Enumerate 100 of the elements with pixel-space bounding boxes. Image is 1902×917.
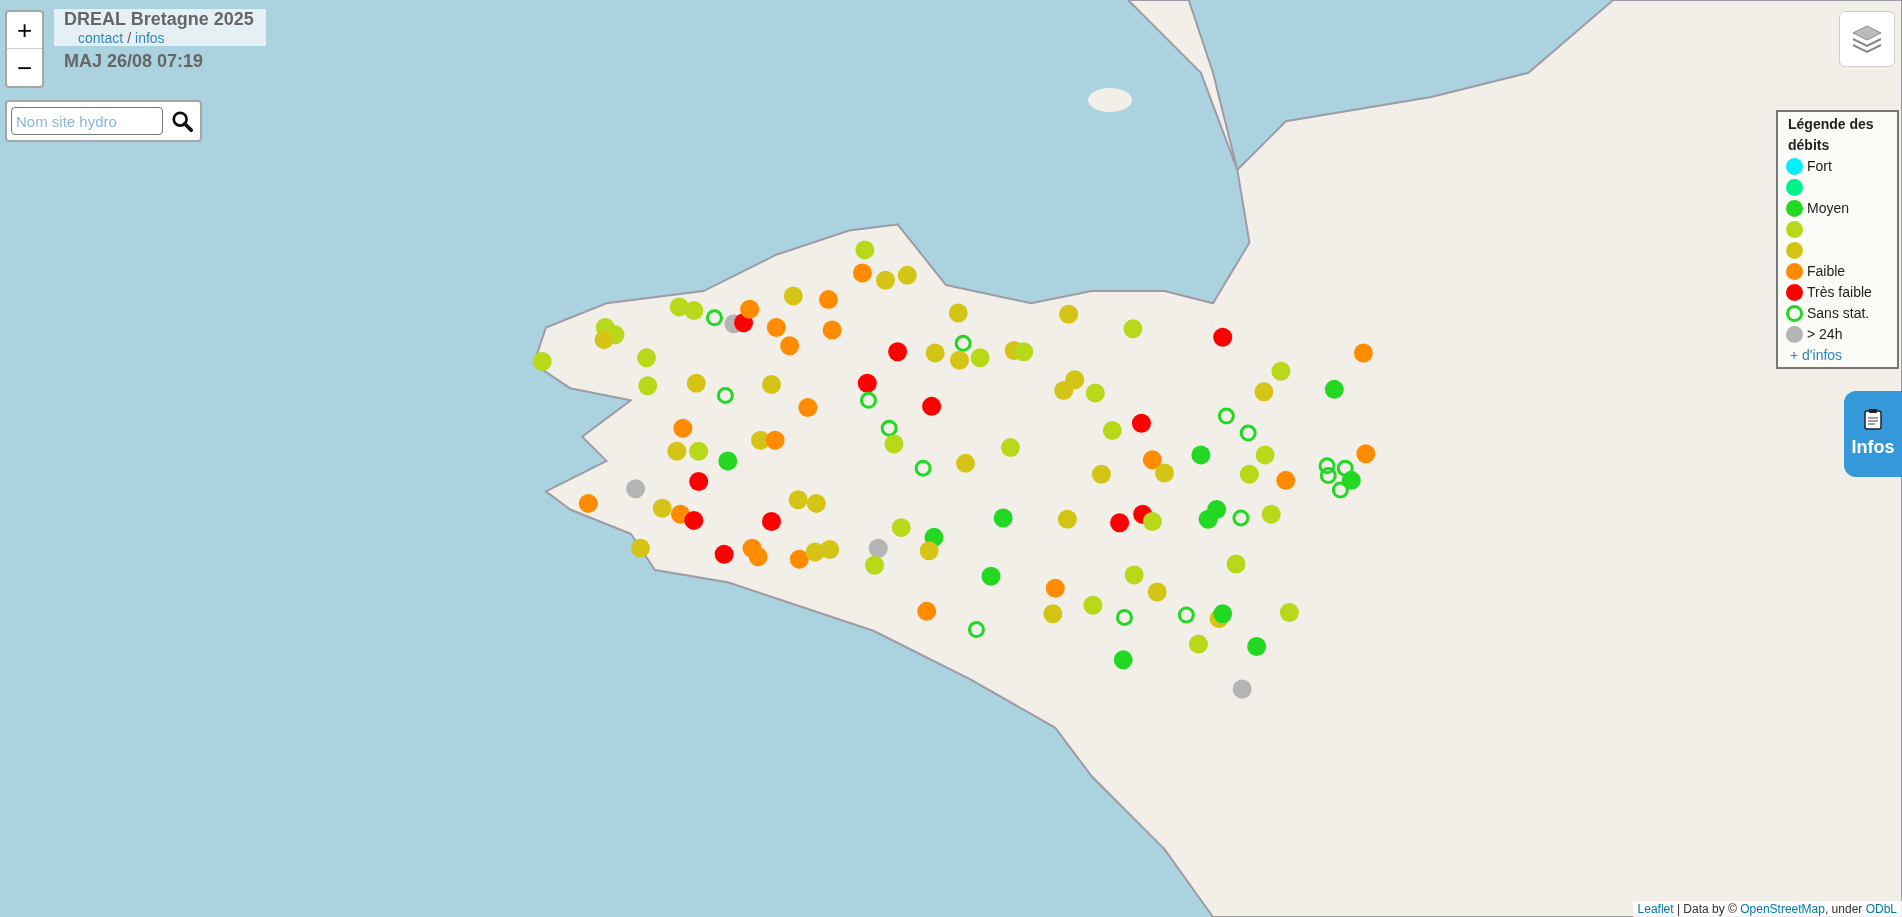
station-marker[interactable] [594, 330, 614, 350]
station-marker[interactable] [780, 336, 800, 356]
station-marker[interactable] [1045, 578, 1065, 598]
station-marker[interactable] [1191, 445, 1211, 465]
station-marker[interactable] [897, 265, 917, 285]
station-ring-marker[interactable] [1232, 509, 1250, 527]
station-marker[interactable] [630, 538, 650, 558]
station-marker[interactable] [766, 318, 786, 337]
station-marker[interactable] [865, 555, 885, 575]
station-marker[interactable] [876, 270, 895, 290]
station-marker[interactable] [1043, 604, 1063, 624]
station-marker[interactable] [820, 540, 840, 559]
station-marker[interactable] [761, 375, 781, 394]
station-marker[interactable] [1198, 509, 1218, 529]
station-marker[interactable] [855, 240, 875, 260]
zoom-out-button[interactable]: − [7, 49, 42, 86]
station-ring-marker[interactable] [1336, 459, 1354, 477]
station-marker[interactable] [925, 343, 945, 363]
station-marker[interactable] [1091, 464, 1111, 484]
station-marker[interactable] [578, 493, 598, 513]
station-marker[interactable] [1213, 327, 1233, 347]
station-marker[interactable] [1155, 463, 1174, 483]
station-marker[interactable] [1083, 595, 1103, 615]
station-marker[interactable] [1142, 450, 1162, 470]
station-marker[interactable] [798, 398, 818, 418]
station-marker[interactable] [1276, 470, 1296, 490]
station-marker[interactable] [686, 373, 706, 393]
station-ring-marker[interactable] [1319, 467, 1337, 484]
station-marker[interactable] [1124, 565, 1144, 585]
station-marker[interactable] [652, 498, 672, 518]
station-marker[interactable] [1324, 379, 1344, 399]
station-marker[interactable] [1014, 342, 1034, 362]
station-marker[interactable] [922, 396, 942, 416]
station-marker[interactable] [788, 490, 808, 510]
station-marker[interactable] [637, 348, 657, 368]
station-marker[interactable] [1226, 554, 1246, 574]
station-marker[interactable] [981, 566, 1001, 586]
station-marker[interactable] [1261, 504, 1281, 524]
station-marker[interactable] [1054, 381, 1074, 401]
attribution-link[interactable]: OpenStreetMap [1740, 901, 1825, 917]
station-marker[interactable] [765, 430, 785, 450]
station-marker[interactable] [884, 434, 904, 454]
station-marker[interactable] [1239, 464, 1259, 484]
station-marker[interactable] [673, 418, 693, 438]
station-marker[interactable] [1059, 304, 1079, 324]
infos-button[interactable]: Infos [1844, 391, 1902, 477]
station-marker[interactable] [1142, 512, 1162, 532]
station-marker[interactable] [626, 479, 646, 499]
station-ring-marker[interactable] [880, 419, 898, 437]
station-ring-marker[interactable] [967, 621, 985, 639]
station-marker[interactable] [919, 541, 939, 561]
station-marker[interactable] [714, 544, 734, 564]
station-marker[interactable] [852, 263, 872, 283]
station-ring-marker[interactable] [1239, 424, 1257, 442]
station-marker[interactable] [689, 472, 709, 492]
station-marker[interactable] [638, 376, 658, 396]
station-marker[interactable] [783, 286, 803, 306]
station-marker[interactable] [1188, 634, 1208, 654]
station-marker[interactable] [956, 453, 976, 473]
station-marker[interactable] [1147, 582, 1167, 602]
infos-link[interactable]: infos [135, 30, 165, 46]
station-marker[interactable] [1271, 361, 1291, 381]
station-marker[interactable] [1123, 319, 1143, 339]
station-marker[interactable] [1255, 445, 1275, 465]
station-marker[interactable] [1341, 470, 1361, 490]
station-ring-marker[interactable] [1177, 606, 1195, 624]
station-marker[interactable] [1113, 650, 1133, 670]
station-marker[interactable] [950, 350, 969, 370]
station-marker[interactable] [689, 441, 709, 461]
station-marker[interactable] [1356, 444, 1376, 464]
station-marker[interactable] [748, 547, 768, 567]
station-marker[interactable] [857, 373, 877, 393]
station-marker[interactable] [1254, 382, 1274, 402]
station-marker[interactable] [917, 601, 937, 621]
station-ring-marker[interactable] [954, 334, 972, 352]
station-marker[interactable] [948, 303, 968, 323]
layers-button[interactable] [1839, 11, 1895, 67]
attribution-link[interactable]: ODbL [1865, 901, 1897, 917]
search-field[interactable]: Nom site hydro [11, 107, 163, 135]
station-marker[interactable] [1110, 513, 1130, 533]
station-ring-marker[interactable] [705, 309, 723, 327]
station-marker[interactable] [740, 299, 760, 319]
station-marker[interactable] [1131, 413, 1151, 433]
station-ring-marker[interactable] [1318, 457, 1336, 475]
station-ring-marker[interactable] [914, 459, 932, 477]
station-ring-marker[interactable] [1331, 481, 1349, 499]
station-marker[interactable] [667, 441, 687, 461]
station-marker[interactable] [1085, 383, 1105, 403]
station-marker[interactable] [1279, 603, 1299, 623]
station-marker[interactable] [806, 493, 826, 513]
station-marker[interactable] [532, 351, 552, 371]
station-ring-marker[interactable] [860, 391, 877, 409]
station-marker[interactable] [1353, 343, 1373, 363]
station-marker[interactable] [1102, 421, 1122, 441]
station-marker[interactable] [891, 518, 911, 538]
attribution-link[interactable]: Leaflet [1637, 901, 1674, 917]
station-marker[interactable] [761, 512, 781, 532]
station-marker[interactable] [868, 538, 888, 558]
more-infos-link[interactable]: + d'infos [1782, 345, 1893, 365]
station-marker[interactable] [1000, 438, 1020, 458]
